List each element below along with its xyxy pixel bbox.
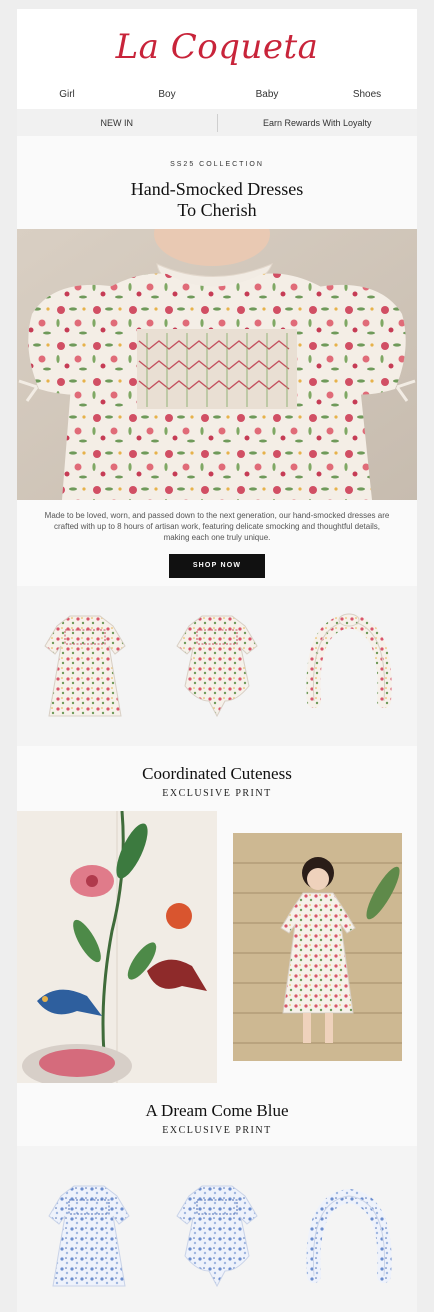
print-artwork-image[interactable] bbox=[17, 811, 217, 1083]
product-row-floral bbox=[17, 586, 417, 746]
brand-logo[interactable]: La Coqueta bbox=[17, 27, 417, 67]
header: La Coqueta Girl Boy Baby Shoes bbox=[17, 9, 417, 109]
new-in-link[interactable]: NEW IN bbox=[17, 118, 217, 128]
section-title-coordinated: Coordinated Cuteness bbox=[142, 764, 292, 783]
blue-dress-product[interactable] bbox=[39, 1176, 139, 1296]
nav-item-boy[interactable]: Boy bbox=[117, 89, 217, 100]
floral-dress-product[interactable] bbox=[35, 606, 135, 726]
nav-item-shoes[interactable]: Shoes bbox=[317, 89, 417, 100]
floral-headband-product[interactable] bbox=[299, 606, 399, 726]
collage bbox=[17, 811, 417, 1083]
blue-headband-product[interactable] bbox=[299, 1176, 399, 1296]
hero-description: Made to be loved, worn, and passed down … bbox=[44, 511, 390, 542]
nav-item-baby[interactable]: Baby bbox=[217, 89, 317, 100]
section-title-blue: A Dream Come Blue bbox=[145, 1101, 289, 1120]
hero-title-line1: Hand-Smocked Dresses bbox=[130, 179, 304, 199]
nav-item-girl[interactable]: Girl bbox=[17, 89, 117, 100]
email-container: La Coqueta Girl Boy Baby Shoes NEW IN Ea… bbox=[17, 9, 417, 1312]
section-subtitle-coordinated: EXCLUSIVE PRINT bbox=[162, 788, 272, 799]
collection-eyebrow: SS25 COLLECTION bbox=[170, 161, 264, 168]
sub-nav: NEW IN Earn Rewards With Loyalty bbox=[17, 109, 417, 136]
hero-title: Hand-Smocked Dresses To Cherish bbox=[17, 179, 417, 221]
rewards-link[interactable]: Earn Rewards With Loyalty bbox=[218, 118, 418, 128]
hero-photo-illustration bbox=[17, 229, 417, 500]
shop-now-button[interactable]: SHOP NOW bbox=[169, 554, 265, 578]
main-nav: Girl Boy Baby Shoes bbox=[17, 89, 417, 100]
hero-image[interactable] bbox=[17, 229, 417, 500]
blue-romper-product[interactable] bbox=[167, 1176, 267, 1296]
section-subtitle-blue: EXCLUSIVE PRINT bbox=[162, 1125, 272, 1136]
hero-title-line2: To Cherish bbox=[177, 200, 257, 220]
model-photo-image[interactable] bbox=[233, 833, 402, 1061]
floral-romper-product[interactable] bbox=[167, 606, 267, 726]
product-row-blue bbox=[17, 1146, 417, 1312]
